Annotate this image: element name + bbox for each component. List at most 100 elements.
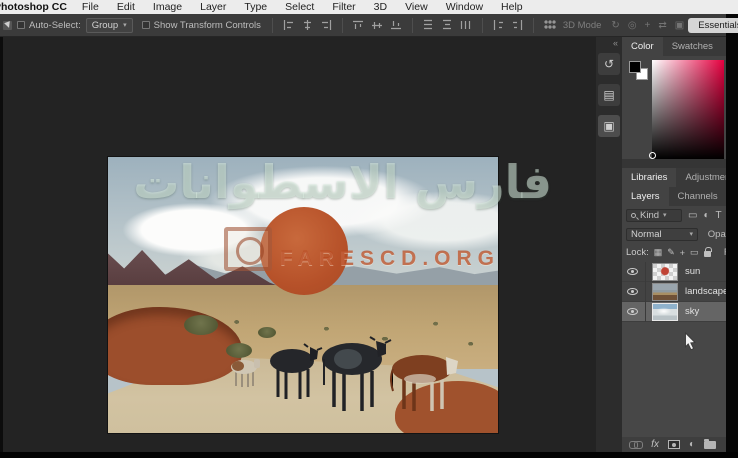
lock-label: Lock: (626, 247, 649, 258)
3d-slide-icon[interactable]: ⇄ (658, 20, 666, 31)
menu-view[interactable]: View (396, 1, 437, 13)
visibility-eye-icon[interactable] (627, 308, 638, 315)
layer-name[interactable]: landscape (685, 286, 726, 297)
menu-type[interactable]: Type (235, 1, 276, 13)
layers-panel-footer: fx ◐ (622, 437, 726, 452)
filter-kind-dropdown[interactable]: Kind ▾ (626, 209, 682, 222)
layer-thumbnail-sun[interactable] (652, 263, 678, 281)
lock-transparency-icon[interactable]: ▦ (654, 247, 663, 258)
layer-row-sun[interactable]: sun (622, 262, 726, 282)
distribute-spacing-icon[interactable] (543, 19, 556, 31)
distribute-bottom-edges-icon[interactable] (460, 19, 473, 31)
color-slider-strip[interactable] (622, 159, 726, 168)
align-horizontal-centers-icon[interactable] (301, 19, 314, 31)
layer-row-sky[interactable]: sky (622, 302, 726, 322)
menu-3d[interactable]: 3D (365, 1, 396, 13)
color-picker-cursor[interactable] (649, 152, 656, 159)
tab-layers[interactable]: Layers (622, 187, 669, 206)
layer-thumbnail-sky[interactable] (652, 303, 678, 321)
align-vertical-centers-icon[interactable] (371, 19, 384, 31)
auto-select-checkbox[interactable] (17, 21, 25, 29)
expand-panels-icon[interactable]: « (613, 38, 618, 48)
new-group-icon[interactable] (704, 441, 716, 449)
add-layer-mask-icon[interactable] (668, 440, 680, 449)
app-menu-photoshop[interactable]: Photoshop CC (0, 1, 73, 13)
layer-name[interactable]: sky (685, 306, 699, 317)
auto-select-target-dropdown[interactable]: Group ▾ (86, 18, 133, 33)
3d-pan-icon[interactable]: + (645, 20, 651, 31)
layer-name[interactable]: sun (685, 266, 700, 277)
menu-layer[interactable]: Layer (191, 1, 235, 13)
distribute-right-edges-icon[interactable] (511, 19, 524, 31)
screen-right-black-strip (726, 14, 738, 458)
layers-filter-row: Kind ▾ ▭ ◐ T (622, 206, 726, 225)
lock-artboard-icon[interactable]: ▭ (690, 247, 699, 258)
distribute-top-edges-icon[interactable] (422, 19, 435, 31)
tab-color[interactable]: Color (622, 37, 663, 56)
3d-camera-icon[interactable]: ▣ (675, 20, 684, 31)
chevron-down-icon: ▾ (123, 22, 127, 29)
distribute-left-edges-icon[interactable] (492, 19, 505, 31)
menu-filter[interactable]: Filter (323, 1, 364, 13)
menu-window[interactable]: Window (437, 1, 492, 13)
tab-adjustments[interactable]: Adjustments (676, 168, 726, 187)
workspace-essentials-button[interactable]: Essentials (688, 18, 738, 33)
filter-type-layers-icon[interactable]: T (716, 210, 722, 221)
menu-bar: Photoshop CC File Edit Image Layer Type … (0, 0, 738, 14)
menu-help[interactable]: Help (492, 1, 532, 13)
foreground-background-swatches[interactable] (629, 61, 651, 83)
align-right-edges-icon[interactable] (320, 19, 333, 31)
properties-panel-icon[interactable]: ▤ (598, 84, 620, 106)
menu-file[interactable]: File (73, 1, 108, 13)
show-transform-label: Show Transform Controls (154, 20, 261, 31)
3d-roll-icon[interactable]: ◎ (628, 20, 637, 31)
lock-paint-icon[interactable]: ✎ (667, 247, 675, 258)
device-preview-panel-icon[interactable]: ▣ (598, 115, 620, 137)
tools-panel-edge (0, 37, 3, 458)
lock-position-icon[interactable]: + (680, 248, 685, 258)
divider (342, 18, 343, 33)
visibility-eye-icon[interactable] (627, 268, 638, 275)
screen-bottom-black-strip (0, 452, 738, 458)
history-panel-icon[interactable]: ↺ (598, 53, 620, 75)
layer-list-empty-area[interactable] (622, 322, 726, 437)
layer-style-fx-icon[interactable]: fx (651, 439, 659, 450)
tab-libraries[interactable]: Libraries (622, 168, 676, 187)
filter-adjustment-layers-icon[interactable]: ◐ (703, 210, 709, 221)
layer-row-landscape[interactable]: landscape (622, 282, 726, 302)
visibility-eye-icon[interactable] (627, 288, 638, 295)
blend-mode-value: Normal (631, 229, 662, 240)
watermark-badge-logo (224, 227, 272, 271)
foreground-color-swatch[interactable] (629, 61, 641, 73)
menu-image[interactable]: Image (144, 1, 191, 13)
show-transform-checkbox[interactable] (142, 21, 150, 29)
photo-bush (184, 315, 218, 335)
canvas-area[interactable] (0, 37, 596, 452)
new-adjustment-layer-icon[interactable]: ◐ (689, 440, 695, 450)
options-bar: Auto-Select: Group ▾ Show Transform Cont… (0, 14, 726, 37)
lock-row: Lock: ▦ ✎ + ▭ Fill (622, 244, 726, 261)
lock-all-icon[interactable] (704, 251, 711, 257)
divider (412, 18, 413, 33)
filter-pixel-layers-icon[interactable]: ▭ (688, 210, 697, 221)
cow-black-1 (270, 344, 322, 399)
align-top-edges-icon[interactable] (352, 19, 365, 31)
color-picker-gradient[interactable] (652, 60, 724, 159)
document-image[interactable] (108, 157, 498, 433)
blend-mode-dropdown[interactable]: Normal ▾ (626, 228, 698, 241)
tab-channels[interactable]: Channels (669, 187, 726, 206)
menu-edit[interactable]: Edit (108, 1, 144, 13)
align-bottom-edges-icon[interactable] (390, 19, 403, 31)
distribute-vertical-centers-icon[interactable] (441, 19, 454, 31)
link-layers-icon[interactable] (629, 441, 642, 448)
3d-mode-label: 3D Mode (563, 20, 602, 31)
cow-black-2 (322, 337, 391, 411)
layer-list: sun landscape sky (622, 262, 726, 322)
auto-select-target-value: Group (92, 20, 118, 31)
3d-rotate-icon[interactable]: ↻ (611, 20, 619, 31)
layer-thumbnail-landscape[interactable] (652, 283, 678, 301)
menu-select[interactable]: Select (276, 1, 323, 13)
divider (645, 262, 646, 282)
tab-swatches[interactable]: Swatches (663, 37, 722, 56)
align-left-edges-icon[interactable] (282, 19, 295, 31)
